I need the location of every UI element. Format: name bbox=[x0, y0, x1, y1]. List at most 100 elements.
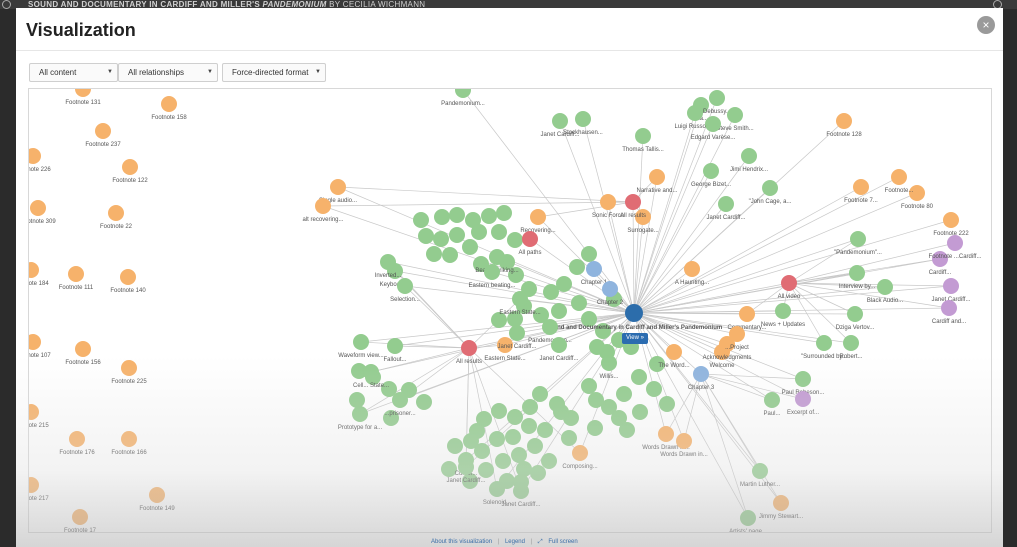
graph-node-page[interactable] bbox=[646, 381, 662, 397]
graph-node-page[interactable] bbox=[442, 247, 458, 263]
graph-node-circle[interactable] bbox=[849, 265, 865, 281]
graph-node-page[interactable] bbox=[489, 431, 505, 447]
graph-node-circle[interactable] bbox=[795, 371, 811, 387]
graph-node-circle[interactable] bbox=[739, 306, 755, 322]
graph-node-circle[interactable] bbox=[773, 495, 789, 511]
graph-node-page[interactable] bbox=[449, 207, 465, 223]
graph-node-page[interactable] bbox=[478, 462, 494, 478]
graph-node-circle[interactable] bbox=[727, 107, 743, 123]
graph-node-circle[interactable] bbox=[666, 344, 682, 360]
graph-node-circle[interactable] bbox=[816, 335, 832, 351]
graph-node-circle[interactable] bbox=[943, 278, 959, 294]
graph-node-circle[interactable] bbox=[397, 278, 413, 294]
graph-node-circle[interactable] bbox=[676, 433, 692, 449]
graph-node-circle[interactable] bbox=[380, 254, 396, 270]
graph-node-page[interactable]: Jimi Hendrix... bbox=[730, 148, 768, 173]
graph-node-page[interactable]: Prototype for a... bbox=[338, 406, 383, 431]
graph-node-page[interactable] bbox=[581, 246, 597, 262]
graph-node-circle[interactable] bbox=[947, 235, 963, 251]
graph-node-page[interactable]: "Surrounded by... bbox=[801, 335, 847, 360]
graph-node-circle[interactable] bbox=[149, 487, 165, 503]
graph-node-circle[interactable] bbox=[542, 319, 558, 335]
graph-node-footnote[interactable]: Jimmy Stewart... bbox=[759, 495, 804, 520]
graph-node-page[interactable]: Paul... bbox=[763, 392, 781, 417]
graph-node-footnote[interactable]: Footnote 166 bbox=[111, 431, 147, 456]
graph-node-page[interactable]: Black Audio... bbox=[867, 279, 904, 304]
graph-node-circle[interactable] bbox=[551, 337, 567, 353]
graph-node-circle[interactable] bbox=[69, 431, 85, 447]
graph-node-page[interactable]: Thomas Tallis... bbox=[622, 128, 664, 153]
graph-node-page[interactable] bbox=[556, 276, 572, 292]
graph-node-circle[interactable] bbox=[122, 159, 138, 175]
graph-node-circle[interactable] bbox=[853, 179, 869, 195]
graph-node-page[interactable]: Interview by... bbox=[839, 265, 876, 290]
graph-node-circle[interactable] bbox=[522, 231, 538, 247]
graph-node-footnote[interactable]: Narrative and... bbox=[636, 169, 678, 194]
graph-node-page[interactable]: George Bizet... bbox=[691, 163, 731, 188]
graph-node-page[interactable] bbox=[418, 228, 434, 244]
graph-node-circle[interactable] bbox=[635, 128, 651, 144]
graph-node-circle[interactable] bbox=[658, 426, 674, 442]
graph-node-circle[interactable] bbox=[68, 266, 84, 282]
graph-node-circle[interactable] bbox=[836, 113, 852, 129]
graph-node-circle[interactable] bbox=[353, 334, 369, 350]
graph-node-circle[interactable] bbox=[781, 275, 797, 291]
graph-node-footnote[interactable]: Footnote 215 bbox=[29, 404, 49, 429]
graph-node-circle[interactable] bbox=[602, 281, 618, 297]
graph-node-footnote[interactable]: Footnote 17 bbox=[64, 509, 97, 533]
graph-node-footnote[interactable]: Footnote 131 bbox=[65, 89, 101, 106]
graph-node-page[interactable] bbox=[447, 438, 463, 454]
graph-node-circle[interactable] bbox=[29, 262, 39, 278]
format-select[interactable]: Force-directed format ▼ bbox=[222, 63, 326, 82]
graph-node-page[interactable]: Stockhausen... bbox=[563, 111, 603, 136]
graph-node-page[interactable] bbox=[537, 422, 553, 438]
graph-node-circle[interactable] bbox=[29, 404, 39, 420]
graph-node-page[interactable] bbox=[496, 205, 512, 221]
graph-node-page[interactable] bbox=[522, 399, 538, 415]
network-graph[interactable]: Sound and Documentary in Cardiff and Mil… bbox=[29, 89, 992, 533]
graph-node-circle[interactable] bbox=[741, 148, 757, 164]
graph-node-circle[interactable] bbox=[512, 291, 528, 307]
graph-node-circle[interactable] bbox=[762, 180, 778, 196]
graph-node-circle[interactable] bbox=[740, 510, 756, 526]
graph-node-footnote[interactable]: Footnote 184 bbox=[29, 262, 49, 287]
graph-node-circle[interactable] bbox=[709, 90, 725, 106]
graph-node-circle[interactable] bbox=[509, 325, 525, 341]
graph-node-circle[interactable] bbox=[600, 194, 616, 210]
graph-node-page[interactable] bbox=[589, 339, 605, 355]
graph-node-page[interactable] bbox=[505, 429, 521, 445]
graph-node-footnote[interactable]: Footnote... bbox=[885, 169, 914, 194]
graph-node-footnote[interactable]: Footnote 226 bbox=[29, 148, 51, 173]
graph-node-footnote[interactable]: Footnote 7... bbox=[844, 179, 878, 204]
close-button[interactable]: × bbox=[977, 16, 995, 34]
graph-node-page[interactable] bbox=[631, 369, 647, 385]
about-link[interactable]: About this visualization bbox=[431, 539, 492, 545]
graph-node-footnote[interactable]: A Haunting... bbox=[675, 261, 710, 286]
graph-node-footnote[interactable]: Footnote 225 bbox=[111, 360, 147, 385]
view-button[interactable]: View » bbox=[622, 333, 648, 344]
graph-node-footnote[interactable]: Footnote 107 bbox=[29, 334, 51, 359]
graph-node-page[interactable] bbox=[569, 259, 585, 275]
graph-node-page[interactable] bbox=[616, 386, 632, 402]
graph-node-footnote[interactable]: Composing... bbox=[562, 445, 598, 470]
graph-node-page[interactable] bbox=[413, 212, 429, 228]
fullscreen-link[interactable]: Full screen bbox=[548, 539, 577, 545]
graph-node-chapter[interactable]: Chapter 3 bbox=[688, 366, 715, 391]
graph-node-page[interactable] bbox=[434, 209, 450, 225]
graph-node-page[interactable] bbox=[416, 394, 432, 410]
graph-node-page[interactable]: Willis... bbox=[600, 355, 619, 380]
graph-node-circle[interactable] bbox=[387, 338, 403, 354]
graph-node-footnote[interactable]: Footnote 158 bbox=[151, 96, 187, 121]
graph-node-circle[interactable] bbox=[703, 163, 719, 179]
graph-node-circle[interactable] bbox=[363, 364, 379, 380]
graph-node-circle[interactable] bbox=[649, 169, 665, 185]
graph-node-circle[interactable] bbox=[877, 279, 893, 295]
graph-node-circle[interactable] bbox=[161, 96, 177, 112]
graph-node-circle[interactable] bbox=[121, 360, 137, 376]
graph-node-page[interactable] bbox=[530, 465, 546, 481]
graph-node-footnote[interactable]: Footnote 217 bbox=[29, 477, 49, 502]
graph-node-circle[interactable] bbox=[530, 209, 546, 225]
graph-node-page[interactable]: Janet Cardiff... bbox=[707, 196, 746, 221]
graph-node-footnote[interactable]: Footnote 309 bbox=[29, 200, 56, 225]
legend-link[interactable]: Legend bbox=[505, 539, 525, 545]
